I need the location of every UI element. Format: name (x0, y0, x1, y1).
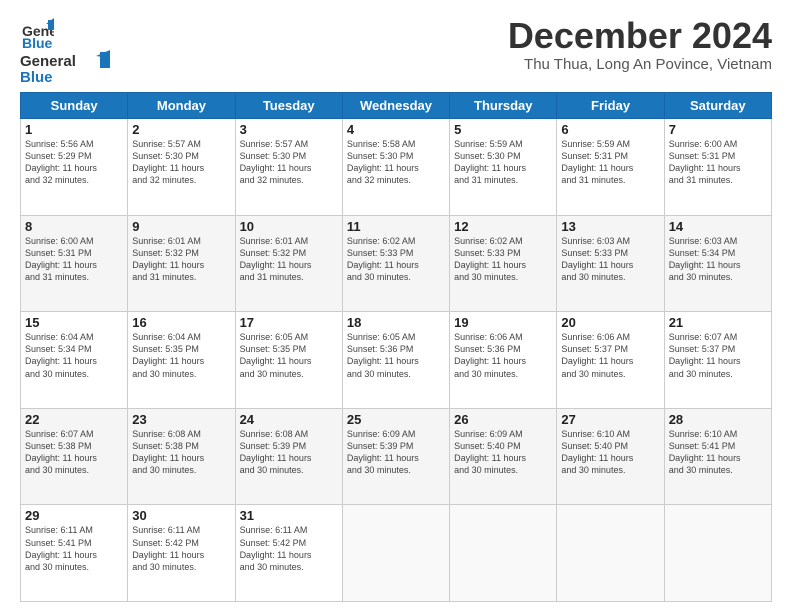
svg-text:General: General (20, 53, 76, 70)
calendar-day-3: 3Sunrise: 5:57 AMSunset: 5:30 PMDaylight… (235, 119, 342, 216)
calendar-empty-cell (450, 505, 557, 602)
svg-text:Blue: Blue (20, 69, 53, 86)
calendar-table: SundayMondayTuesdayWednesdayThursdayFrid… (20, 92, 772, 602)
calendar-day-24: 24Sunrise: 6:08 AMSunset: 5:39 PMDayligh… (235, 408, 342, 505)
page: General Blue General Blue December 2024 … (0, 0, 792, 612)
calendar-day-29: 29Sunrise: 6:11 AMSunset: 5:41 PMDayligh… (21, 505, 128, 602)
calendar-day-25: 25Sunrise: 6:09 AMSunset: 5:39 PMDayligh… (342, 408, 449, 505)
day-header-wednesday: Wednesday (342, 93, 449, 119)
subtitle: Thu Thua, Long An Povince, Vietnam (508, 56, 772, 73)
calendar-empty-cell (557, 505, 664, 602)
calendar-empty-cell (342, 505, 449, 602)
day-header-thursday: Thursday (450, 93, 557, 119)
day-header-monday: Monday (128, 93, 235, 119)
calendar-day-11: 11Sunrise: 6:02 AMSunset: 5:33 PMDayligh… (342, 215, 449, 312)
logo-icon: General Blue (20, 16, 54, 50)
logo: General Blue General Blue (20, 16, 110, 86)
day-header-saturday: Saturday (664, 93, 771, 119)
svg-text:Blue: Blue (22, 35, 53, 50)
calendar-day-2: 2Sunrise: 5:57 AMSunset: 5:30 PMDaylight… (128, 119, 235, 216)
day-header-friday: Friday (557, 93, 664, 119)
calendar-day-5: 5Sunrise: 5:59 AMSunset: 5:30 PMDaylight… (450, 119, 557, 216)
calendar-day-9: 9Sunrise: 6:01 AMSunset: 5:32 PMDaylight… (128, 215, 235, 312)
calendar-day-27: 27Sunrise: 6:10 AMSunset: 5:40 PMDayligh… (557, 408, 664, 505)
calendar-day-17: 17Sunrise: 6:05 AMSunset: 5:35 PMDayligh… (235, 312, 342, 409)
calendar-day-4: 4Sunrise: 5:58 AMSunset: 5:30 PMDaylight… (342, 119, 449, 216)
title-block: December 2024 Thu Thua, Long An Povince,… (508, 16, 772, 73)
calendar-day-14: 14Sunrise: 6:03 AMSunset: 5:34 PMDayligh… (664, 215, 771, 312)
calendar-week-1: 1Sunrise: 5:56 AMSunset: 5:29 PMDaylight… (21, 119, 772, 216)
calendar-week-3: 15Sunrise: 6:04 AMSunset: 5:34 PMDayligh… (21, 312, 772, 409)
calendar-day-30: 30Sunrise: 6:11 AMSunset: 5:42 PMDayligh… (128, 505, 235, 602)
calendar-day-23: 23Sunrise: 6:08 AMSunset: 5:38 PMDayligh… (128, 408, 235, 505)
calendar-week-5: 29Sunrise: 6:11 AMSunset: 5:41 PMDayligh… (21, 505, 772, 602)
calendar-day-18: 18Sunrise: 6:05 AMSunset: 5:36 PMDayligh… (342, 312, 449, 409)
day-header-tuesday: Tuesday (235, 93, 342, 119)
calendar-day-26: 26Sunrise: 6:09 AMSunset: 5:40 PMDayligh… (450, 408, 557, 505)
calendar-header-row: SundayMondayTuesdayWednesdayThursdayFrid… (21, 93, 772, 119)
logo-svg: General Blue (20, 50, 110, 86)
calendar-day-20: 20Sunrise: 6:06 AMSunset: 5:37 PMDayligh… (557, 312, 664, 409)
calendar-day-16: 16Sunrise: 6:04 AMSunset: 5:35 PMDayligh… (128, 312, 235, 409)
calendar-day-22: 22Sunrise: 6:07 AMSunset: 5:38 PMDayligh… (21, 408, 128, 505)
calendar-day-7: 7Sunrise: 6:00 AMSunset: 5:31 PMDaylight… (664, 119, 771, 216)
calendar-day-19: 19Sunrise: 6:06 AMSunset: 5:36 PMDayligh… (450, 312, 557, 409)
calendar-day-21: 21Sunrise: 6:07 AMSunset: 5:37 PMDayligh… (664, 312, 771, 409)
main-title: December 2024 (508, 16, 772, 56)
calendar-day-13: 13Sunrise: 6:03 AMSunset: 5:33 PMDayligh… (557, 215, 664, 312)
calendar-day-12: 12Sunrise: 6:02 AMSunset: 5:33 PMDayligh… (450, 215, 557, 312)
calendar-week-4: 22Sunrise: 6:07 AMSunset: 5:38 PMDayligh… (21, 408, 772, 505)
calendar-day-10: 10Sunrise: 6:01 AMSunset: 5:32 PMDayligh… (235, 215, 342, 312)
calendar-week-2: 8Sunrise: 6:00 AMSunset: 5:31 PMDaylight… (21, 215, 772, 312)
day-header-sunday: Sunday (21, 93, 128, 119)
calendar-day-1: 1Sunrise: 5:56 AMSunset: 5:29 PMDaylight… (21, 119, 128, 216)
header: General Blue General Blue December 2024 … (20, 16, 772, 86)
calendar-day-8: 8Sunrise: 6:00 AMSunset: 5:31 PMDaylight… (21, 215, 128, 312)
calendar-day-15: 15Sunrise: 6:04 AMSunset: 5:34 PMDayligh… (21, 312, 128, 409)
calendar-empty-cell (664, 505, 771, 602)
calendar-day-28: 28Sunrise: 6:10 AMSunset: 5:41 PMDayligh… (664, 408, 771, 505)
calendar-day-31: 31Sunrise: 6:11 AMSunset: 5:42 PMDayligh… (235, 505, 342, 602)
calendar-day-6: 6Sunrise: 5:59 AMSunset: 5:31 PMDaylight… (557, 119, 664, 216)
